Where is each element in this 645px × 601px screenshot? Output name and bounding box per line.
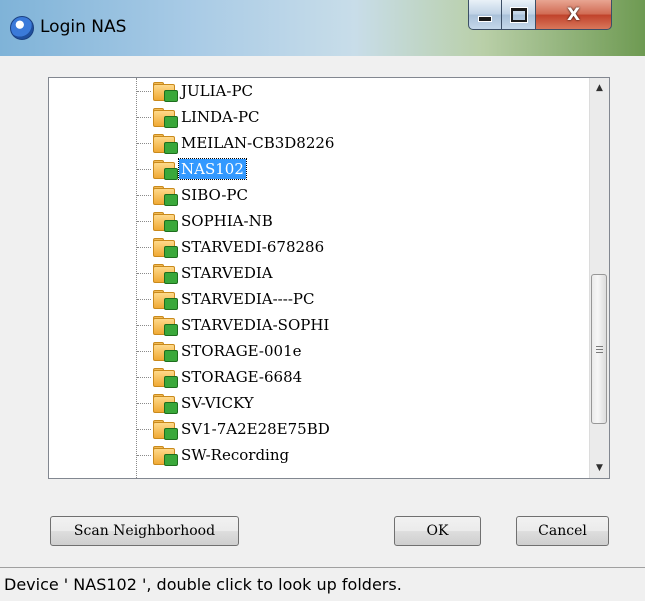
tree-item[interactable]: NAS102 bbox=[137, 156, 247, 182]
network-folder-icon bbox=[153, 108, 178, 128]
network-folder-icon bbox=[153, 160, 178, 180]
tree-item[interactable]: STARVEDIA----PC bbox=[137, 286, 316, 312]
tree-connector bbox=[137, 116, 151, 118]
title-bar[interactable]: Login NAS X bbox=[0, 0, 645, 56]
network-folder-icon bbox=[153, 394, 178, 414]
tree-item[interactable]: SV1-7A2E28E75BD bbox=[137, 416, 332, 442]
network-folder-icon bbox=[153, 368, 178, 388]
minimize-button[interactable] bbox=[468, 0, 502, 30]
tree-connector bbox=[137, 168, 151, 170]
tree-connector bbox=[137, 428, 151, 430]
tree-item-label: NAS102 bbox=[178, 158, 247, 180]
tree-connector bbox=[137, 220, 151, 222]
tree-item-label: SV-VICKY bbox=[181, 394, 254, 412]
tree-item-label: STORAGE-6684 bbox=[181, 368, 303, 386]
tree-item-label: LINDA-PC bbox=[181, 108, 260, 126]
tree-item[interactable]: LINDA-PC bbox=[137, 104, 262, 130]
tree-connector bbox=[137, 272, 151, 274]
network-folder-icon bbox=[153, 264, 178, 284]
tree-item-label: STARVEDIA-SOPHI bbox=[181, 316, 330, 334]
window-title: Login NAS bbox=[40, 17, 127, 37]
tree-connector bbox=[137, 298, 151, 300]
tree-item-label: STARVEDI-678286 bbox=[181, 238, 325, 256]
tree-item-label: SW-Recording bbox=[181, 446, 290, 464]
network-folder-icon bbox=[153, 290, 178, 310]
scan-neighborhood-button[interactable]: Scan Neighborhood bbox=[50, 516, 239, 546]
tree-item-label: SOPHIA-NB bbox=[181, 212, 273, 230]
tree-item[interactable]: SOPHIA-NB bbox=[137, 208, 275, 234]
tree-item[interactable]: STORAGE-001e bbox=[137, 338, 304, 364]
tree-item-label: SIBO-PC bbox=[181, 186, 248, 204]
network-folder-icon bbox=[153, 212, 178, 232]
tree-connector bbox=[137, 90, 151, 92]
window-controls: X bbox=[468, 0, 612, 34]
cancel-button[interactable]: Cancel bbox=[516, 516, 609, 546]
maximize-icon bbox=[510, 7, 527, 22]
scroll-up-arrow-icon[interactable]: ▲ bbox=[590, 78, 609, 98]
tree-item-label: MEILAN-CB3D8226 bbox=[181, 134, 335, 152]
network-folder-icon bbox=[153, 420, 178, 440]
dialog-body: JULIA-PC LINDA-PC MEILAN-CB3D8226 NAS102 SIB… bbox=[0, 56, 645, 566]
tree-item[interactable]: MEILAN-CB3D8226 bbox=[137, 130, 336, 156]
status-text: Device ' NAS102 ', double click to look … bbox=[4, 575, 402, 594]
app-icon bbox=[10, 16, 34, 40]
tree-item[interactable]: STARVEDIA bbox=[137, 260, 275, 286]
tree-item-label: JULIA-PC bbox=[181, 82, 254, 100]
tree-item[interactable]: JULIA-PC bbox=[137, 78, 255, 104]
tree-connector bbox=[137, 142, 151, 144]
tree-connector bbox=[137, 194, 151, 196]
close-button[interactable]: X bbox=[536, 0, 612, 30]
tree-item[interactable]: STARVEDI-678286 bbox=[137, 234, 326, 260]
network-folder-icon bbox=[153, 316, 178, 336]
tree-connector bbox=[137, 376, 151, 378]
tree-item-label: SV1-7A2E28E75BD bbox=[181, 420, 330, 438]
ok-button[interactable]: OK bbox=[394, 516, 481, 546]
network-folder-icon bbox=[153, 238, 178, 258]
tree-item[interactable]: STARVEDIA-SOPHI bbox=[137, 312, 331, 338]
maximize-button[interactable] bbox=[502, 0, 536, 30]
vertical-scrollbar[interactable]: ▲ ▼ bbox=[589, 78, 609, 478]
tree-item-label: STARVEDIA----PC bbox=[181, 290, 315, 308]
tree-item[interactable]: SW-Recording bbox=[137, 442, 291, 468]
network-folder-icon bbox=[153, 82, 178, 102]
tree-item[interactable]: SIBO-PC bbox=[137, 182, 250, 208]
tree-connector bbox=[137, 350, 151, 352]
network-folder-icon bbox=[153, 342, 178, 362]
tree-item[interactable]: SV-VICKY bbox=[137, 390, 256, 416]
tree-connector bbox=[137, 402, 151, 404]
scroll-down-arrow-icon[interactable]: ▼ bbox=[590, 458, 609, 478]
tree-item[interactable]: STORAGE-6684 bbox=[137, 364, 304, 390]
status-bar: Device ' NAS102 ', double click to look … bbox=[0, 567, 645, 601]
tree-connector bbox=[137, 324, 151, 326]
grip-icon bbox=[595, 345, 603, 353]
tree-connector bbox=[137, 246, 151, 248]
tree-connector bbox=[137, 454, 151, 456]
minimize-icon bbox=[478, 15, 492, 22]
close-icon: X bbox=[566, 4, 581, 25]
tree-item-label: STORAGE-001e bbox=[181, 342, 302, 360]
tree-item-label: STARVEDIA bbox=[181, 264, 273, 282]
nas-tree-view[interactable]: JULIA-PC LINDA-PC MEILAN-CB3D8226 NAS102 SIB… bbox=[48, 77, 610, 479]
network-folder-icon bbox=[153, 446, 178, 466]
network-folder-icon bbox=[153, 186, 178, 206]
scroll-thumb[interactable] bbox=[591, 274, 607, 424]
network-folder-icon bbox=[153, 134, 178, 154]
